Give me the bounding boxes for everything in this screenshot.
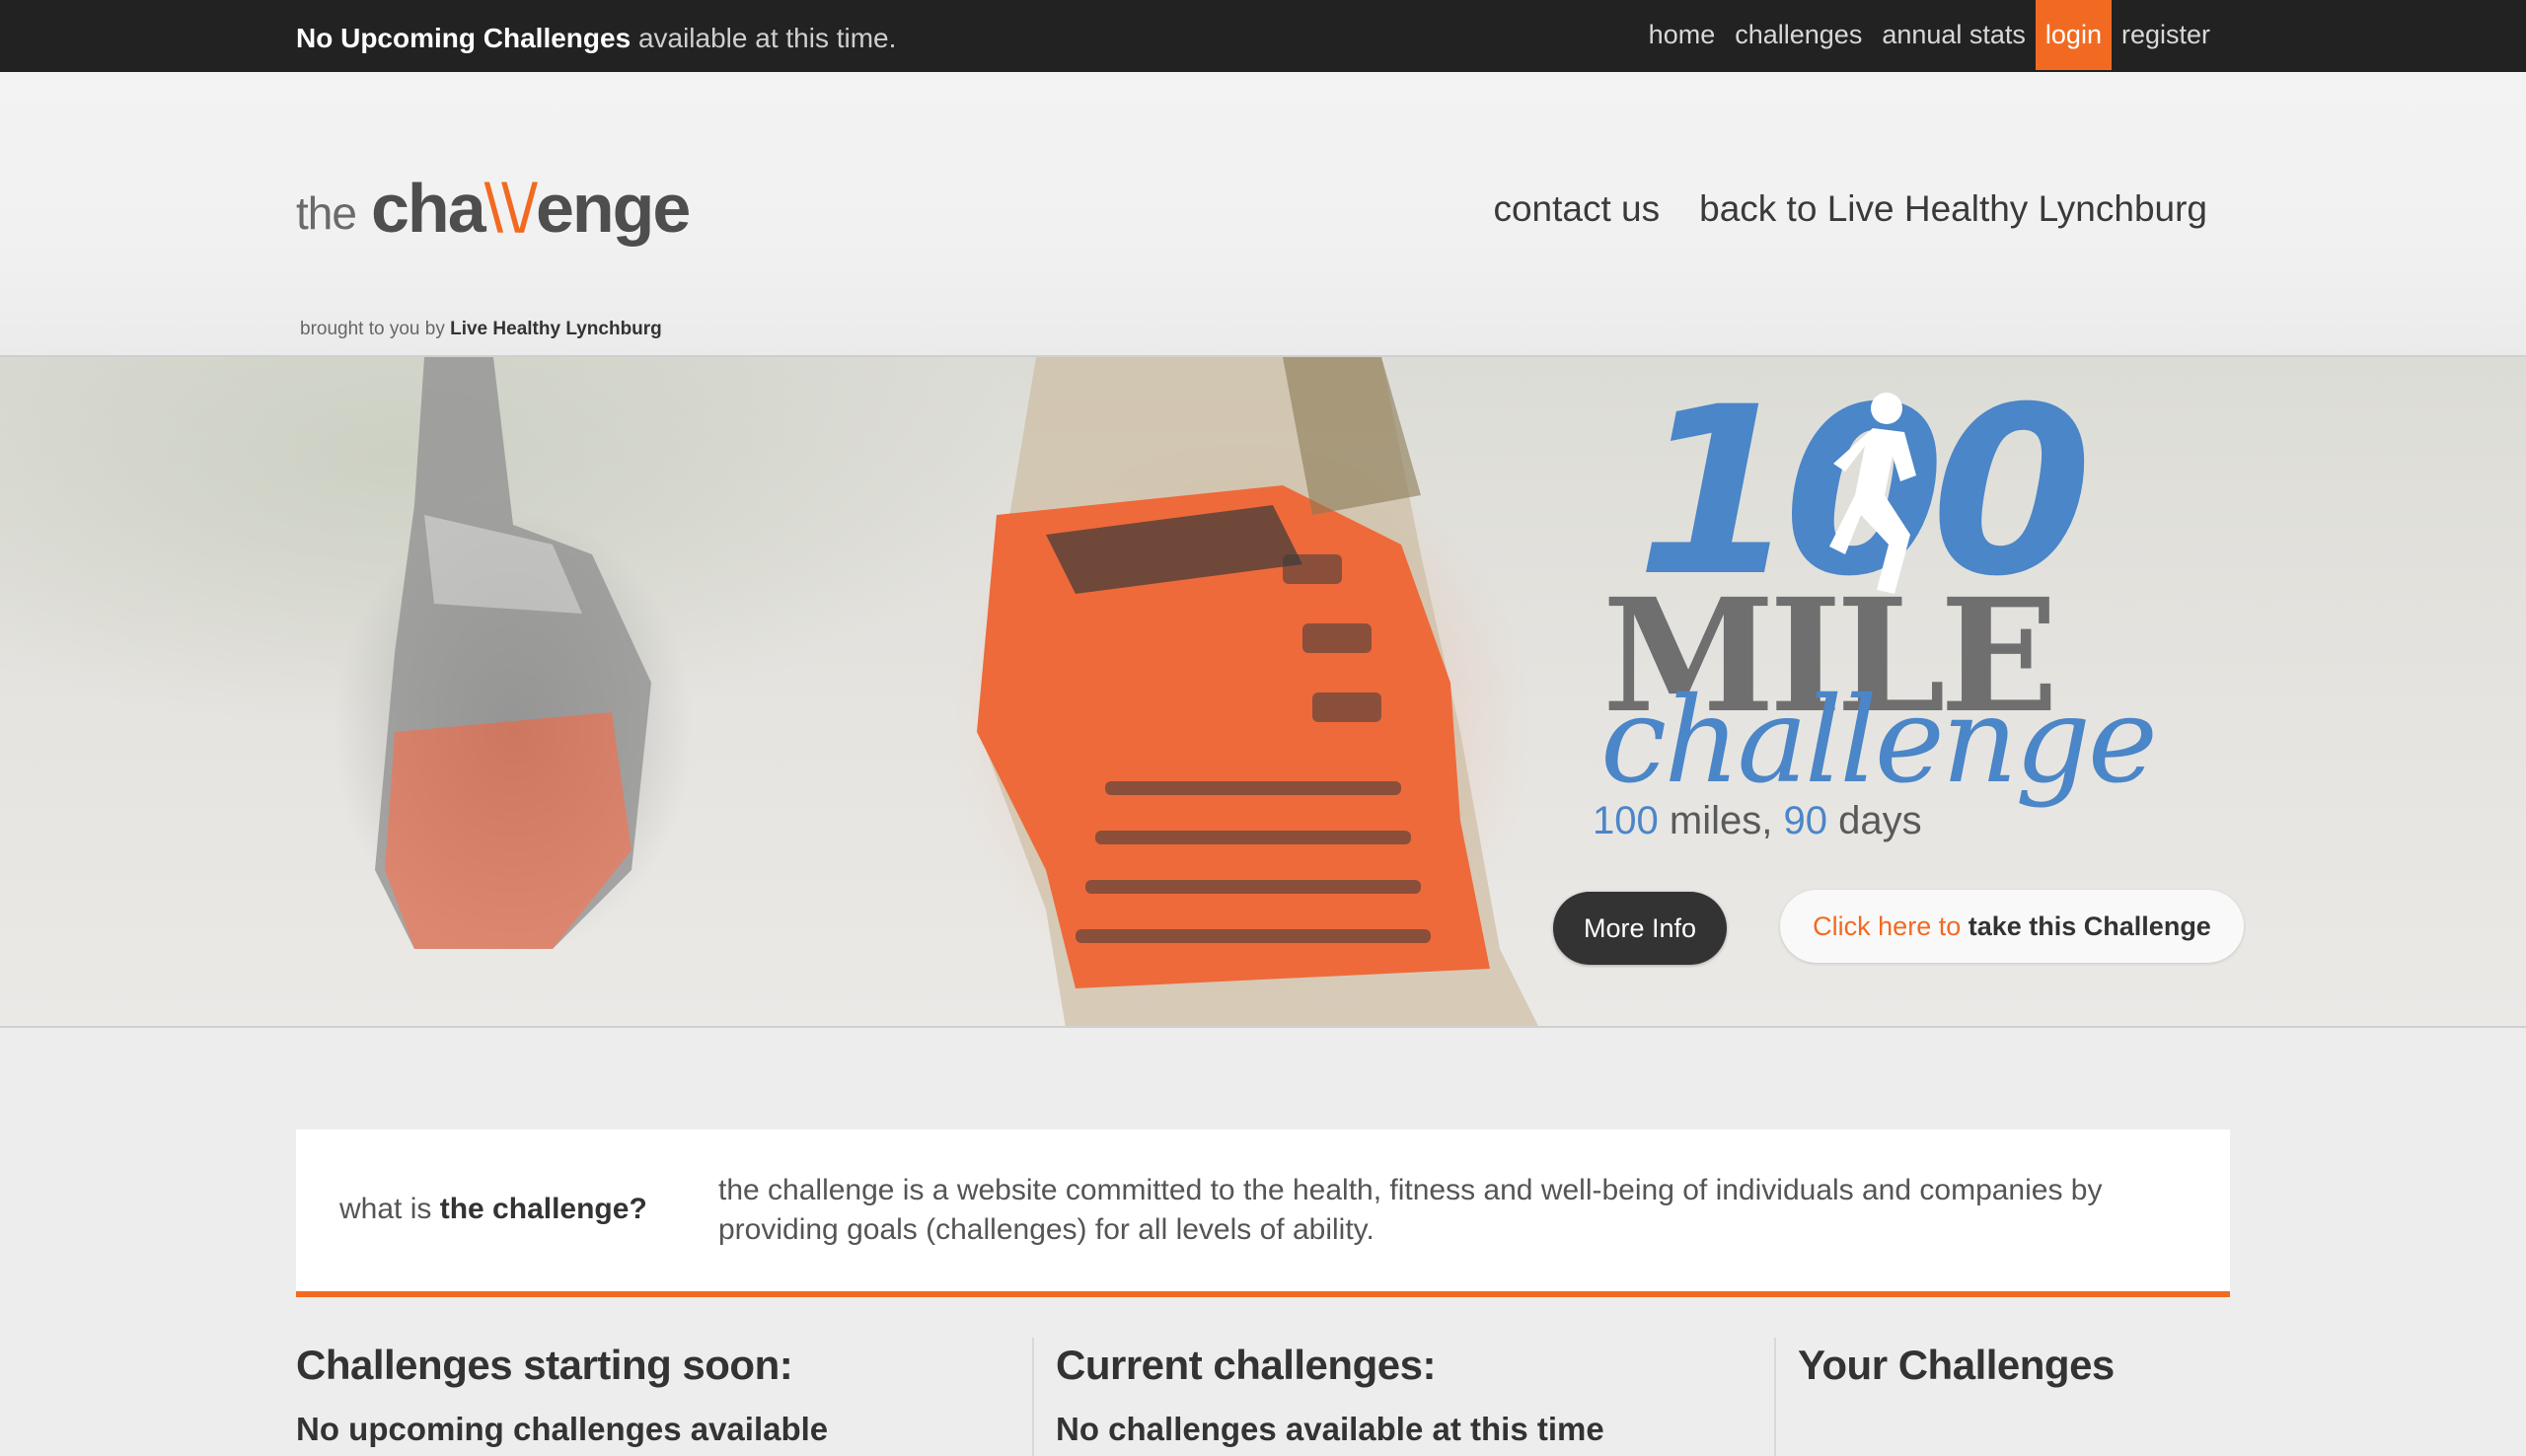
site-header: the cha\\/enge brought to you by Live He… [0, 72, 2526, 357]
intro-label-prefix: what is [339, 1193, 432, 1225]
starting-soon-column: Challenges starting soon: No upcoming ch… [296, 1342, 1006, 1448]
logo-tagline: brought to you by Live Healthy Lynchburg [300, 319, 662, 340]
main-nav: contact us back to Live Healthy Lynchbur… [1493, 188, 2207, 230]
top-nav: home challenges annual stats login regis… [1639, 0, 2220, 72]
site-logo[interactable]: the cha\\/enge brought to you by Live He… [296, 153, 710, 339]
upcoming-notice-bold: No Upcoming Challenges [296, 23, 632, 53]
what-is-the-challenge: what is the challenge? the challenge is … [296, 1129, 2230, 1297]
logo-cha: cha [371, 170, 486, 247]
badge-sub-days-text: days [1838, 799, 1922, 842]
column-divider [1774, 1338, 1776, 1456]
upcoming-notice-rest: available at this time. [637, 23, 897, 53]
current-challenges-column: Current challenges: No challenges availa… [1056, 1342, 1766, 1448]
logo-tagline-bold: Live Healthy Lynchburg [450, 319, 662, 339]
main-nav-back-to-lhl[interactable]: back to Live Healthy Lynchburg [1699, 188, 2207, 230]
logo-the: the [296, 187, 357, 239]
logo-wordmark: cha\\/enge [371, 169, 691, 248]
logo-tagline-prefix: brought to you by [300, 319, 445, 339]
badge-sub-miles-text: miles, [1669, 799, 1773, 842]
top-nav-register[interactable]: register [2112, 0, 2220, 70]
top-bar: No Upcoming Challenges available at this… [0, 0, 2526, 72]
badge-sub-miles-num: 100 [1593, 799, 1659, 842]
take-challenge-bold: take this Challenge [1968, 911, 2211, 941]
intro-description: the challenge is a website committed to … [718, 1174, 2103, 1246]
logo-enge: enge [535, 170, 691, 247]
badge-challenge: challenge [1600, 673, 2158, 810]
starting-soon-empty: No upcoming challenges available [296, 1411, 829, 1447]
your-challenges-title: Your Challenges [1798, 1342, 2115, 1388]
intro-label: what is the challenge? [339, 1193, 647, 1226]
current-challenges-empty: No challenges available at this time [1056, 1411, 1604, 1447]
back-shoe-shape [375, 357, 651, 949]
take-challenge-prefix: Click here to [1813, 911, 1962, 941]
your-challenges-column: Your Challenges [1798, 1342, 2212, 1389]
more-info-button[interactable]: More Info [1553, 892, 1727, 965]
current-challenges-title: Current challenges: [1056, 1342, 1436, 1388]
top-nav-annual-stats[interactable]: annual stats [1872, 0, 2036, 70]
hundred-mile-badge: 100 MILE challenge 100 miles, 90 days [1579, 377, 2191, 842]
badge-subtitle: 100 miles, 90 days [1593, 799, 1922, 843]
top-nav-home[interactable]: home [1639, 0, 1726, 70]
front-shoe-shape [977, 357, 1538, 1026]
main-nav-contact-us[interactable]: contact us [1493, 188, 1660, 230]
upcoming-notice: No Upcoming Challenges available at this… [296, 0, 896, 72]
top-nav-challenges[interactable]: challenges [1725, 0, 1872, 70]
take-challenge-button[interactable]: Click here to take this Challenge [1780, 890, 2244, 963]
column-divider [1032, 1338, 1034, 1456]
badge-sub-days-num: 90 [1783, 799, 1827, 842]
top-nav-login[interactable]: login [2035, 0, 2112, 70]
intro-label-bold: the challenge? [439, 1193, 647, 1225]
logo-ll-mark: \\/ [483, 170, 538, 247]
starting-soon-title: Challenges starting soon: [296, 1342, 793, 1388]
